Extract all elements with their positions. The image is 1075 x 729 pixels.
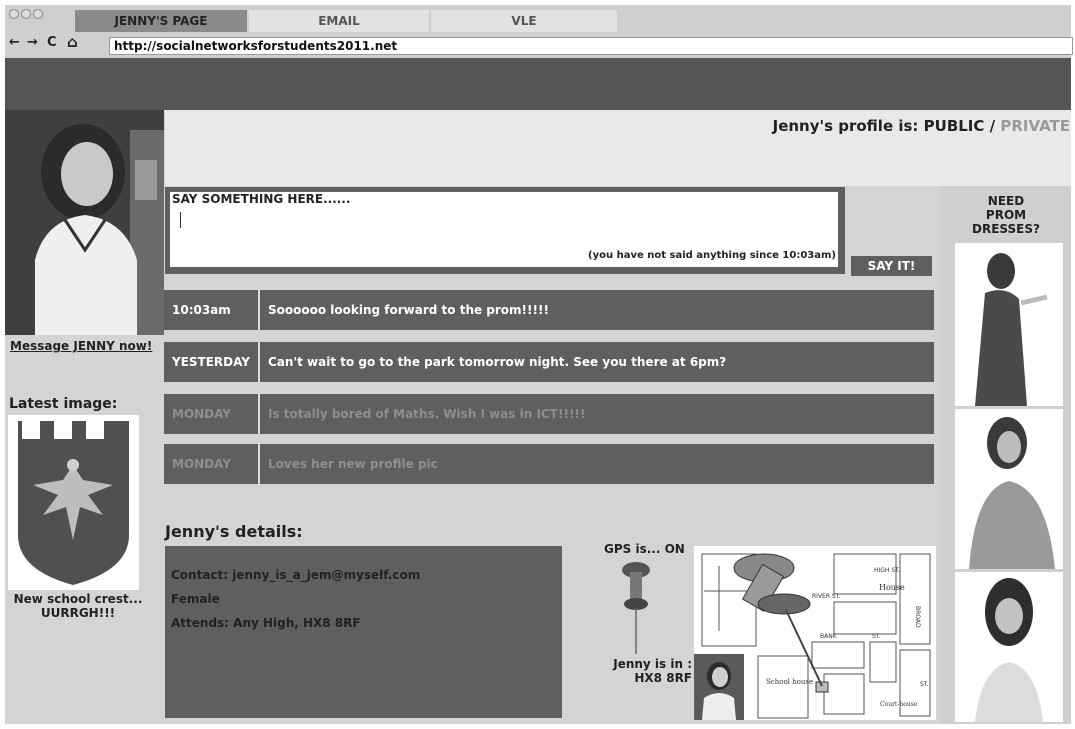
profile-status-label: Jenny's profile is: xyxy=(772,117,919,135)
close-window-icon[interactable] xyxy=(9,9,19,19)
map-label-high-st: HIGH ST. xyxy=(874,567,900,574)
gps-location-line1: Jenny is in : xyxy=(613,657,692,671)
gps-location-line2: HX8 8RF xyxy=(634,671,692,685)
location-map[interactable]: HIGH ST. House RIVER ST. BANK ST. School… xyxy=(694,546,936,720)
status-post: MONDAY Is totally bored of Maths. Wish I… xyxy=(164,394,934,434)
tab-jennys-page[interactable]: JENNY'S PAGE xyxy=(75,10,247,32)
map-label-house: House xyxy=(879,583,905,592)
image-caption: New school crest... UURRGH!!! xyxy=(8,592,148,620)
private-option[interactable]: PRIVATE xyxy=(1000,117,1070,135)
forward-icon[interactable]: → xyxy=(27,35,38,50)
latest-image[interactable] xyxy=(8,415,139,590)
dress-photo xyxy=(975,578,1043,722)
post-text: Soooooo looking forward to the prom!!!!! xyxy=(268,303,549,317)
dress-photo xyxy=(975,253,1048,406)
browser-toolbar: JENNY'S PAGE EMAIL VLE ← → C ⌂ http://so… xyxy=(5,5,1073,58)
gps-status[interactable]: GPS is... ON xyxy=(604,542,685,556)
post-text: Can't wait to go to the park tomorrow ni… xyxy=(268,355,727,369)
status-post: MONDAY Loves her new profile pic xyxy=(164,444,934,484)
profile-visibility: Jenny's profile is: PUBLIC / PRIVATE xyxy=(700,117,1070,135)
map-label-river-st: RIVER ST. xyxy=(812,593,841,600)
contact-email: Contact: jenny_is_a_jem@myself.com xyxy=(171,568,421,582)
status-post: YESTERDAY Can't wait to go to the park t… xyxy=(164,342,934,382)
ad-line2: PROM xyxy=(985,208,1027,222)
gender: Female xyxy=(171,592,220,606)
map-label-school-house: School house xyxy=(766,678,813,686)
reload-icon[interactable]: C xyxy=(47,35,57,50)
latest-image-label: Latest image: xyxy=(9,396,118,412)
image-caption-line1: New school crest... xyxy=(13,592,143,606)
zoom-window-icon[interactable] xyxy=(33,9,43,19)
ad-image[interactable] xyxy=(955,572,1063,722)
back-icon[interactable]: ← xyxy=(9,35,20,50)
dress-photo xyxy=(969,417,1055,569)
ad-image[interactable] xyxy=(955,409,1063,569)
details-heading: Jenny's details: xyxy=(165,522,303,541)
say-it-button[interactable]: SAY IT! xyxy=(851,256,932,276)
map-label-broad: BROAD xyxy=(914,606,921,628)
public-option[interactable]: PUBLIC xyxy=(924,117,985,135)
status-post: 10:03am Soooooo looking forward to the p… xyxy=(164,290,934,330)
ad-heading: NEED PROM DRESSES? xyxy=(948,194,1064,236)
profile-photo xyxy=(5,110,164,335)
post-text: Is totally bored of Maths. Wish I was in… xyxy=(268,407,586,421)
ad-line3: DRESSES? xyxy=(972,222,1040,236)
compose-input[interactable]: SAY SOMETHING HERE...... (you have not s… xyxy=(170,192,838,267)
post-time: MONDAY xyxy=(164,394,260,434)
compose-note: (you have not said anything since 10:03a… xyxy=(588,250,836,261)
map-label-court-house: Court-house xyxy=(880,701,918,708)
profile-photo-image xyxy=(5,110,164,335)
minimize-window-icon[interactable] xyxy=(21,9,31,19)
map-label-bank: BANK xyxy=(820,633,838,640)
home-icon[interactable]: ⌂ xyxy=(67,33,78,51)
map-avatar-thumbnail xyxy=(694,654,744,720)
post-time: 10:03am xyxy=(164,290,260,330)
message-jenny-link[interactable]: Message JENNY now! xyxy=(10,339,152,353)
school-attends: Attends: Any High, HX8 8RF xyxy=(171,616,361,630)
gps-location: Jenny is in : HX8 8RF xyxy=(596,657,692,685)
map-label-st: ST. xyxy=(872,633,881,640)
school-crest-image xyxy=(18,421,129,585)
compose-header: SAY SOMETHING HERE...... xyxy=(172,192,351,206)
pin-icon xyxy=(622,562,650,654)
image-caption-line2: UURRGH!!! xyxy=(40,606,116,620)
post-text: Loves her new profile pic xyxy=(268,457,438,471)
details-panel: Contact: jenny_is_a_jem@myself.com Femal… xyxy=(165,546,562,718)
school-marker xyxy=(815,681,829,693)
site-header-band xyxy=(5,58,1071,110)
map-label-st-2: ST. xyxy=(920,681,929,688)
visibility-separator: / xyxy=(989,117,996,135)
post-time: YESTERDAY xyxy=(164,342,260,382)
tab-email[interactable]: EMAIL xyxy=(249,10,429,32)
post-time: MONDAY xyxy=(164,444,260,484)
ad-image[interactable] xyxy=(955,243,1063,406)
text-cursor xyxy=(180,212,181,228)
tab-vle[interactable]: VLE xyxy=(431,10,617,32)
address-bar[interactable]: http://socialnetworksforstudents2011.net xyxy=(109,37,1073,55)
ad-line1: NEED xyxy=(987,194,1025,208)
avatar xyxy=(702,662,736,720)
